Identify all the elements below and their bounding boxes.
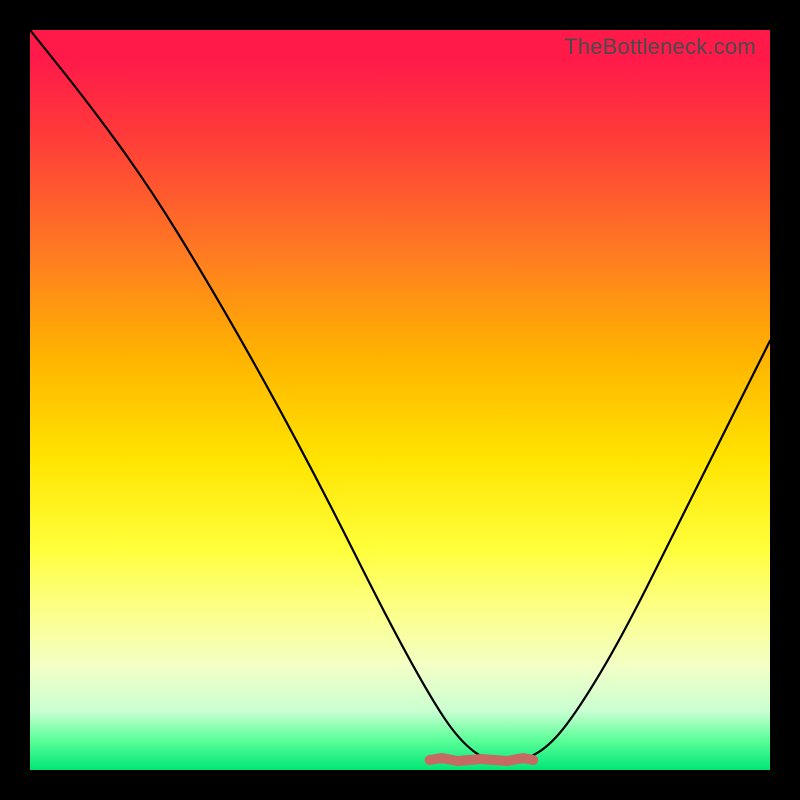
chart-frame: TheBottleneck.com <box>0 0 800 800</box>
curve-layer <box>30 30 770 770</box>
bottleneck-curve <box>30 30 770 763</box>
gradient-plot-area: TheBottleneck.com <box>30 30 770 770</box>
optimal-range-band <box>430 758 534 761</box>
